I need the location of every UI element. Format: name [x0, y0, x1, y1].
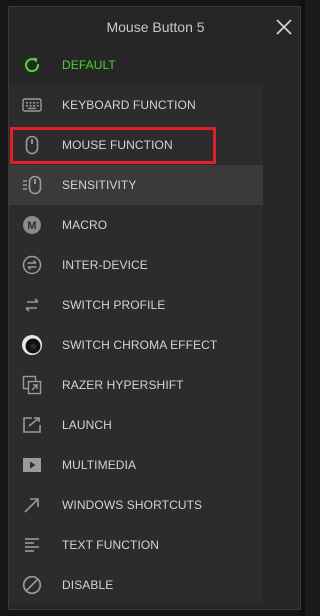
menu-item-label: LAUNCH	[62, 418, 112, 432]
menu-item-macro[interactable]: M MACRO	[9, 205, 263, 245]
macro-icon: M	[21, 215, 43, 235]
hypershift-icon	[21, 375, 43, 395]
menu-item-label: DEFAULT	[62, 58, 116, 72]
mouse-icon	[21, 135, 43, 155]
menu-item-windows-shortcuts[interactable]: WINDOWS SHORTCUTS	[9, 485, 263, 525]
menu-item-text-function[interactable]: TEXT FUNCTION	[9, 525, 263, 565]
reset-icon	[21, 55, 43, 75]
keyboard-icon	[21, 95, 43, 115]
menu-item-razer-hypershift[interactable]: RAZER HYPERSHIFT	[9, 365, 263, 405]
menu-item-label: INTER-DEVICE	[62, 258, 148, 272]
menu-item-disable[interactable]: DISABLE	[9, 565, 263, 605]
menu-item-label: SENSITIVITY	[62, 178, 137, 192]
disable-icon	[21, 575, 43, 595]
menu-item-label: SWITCH PROFILE	[62, 298, 166, 312]
menu-item-label: WINDOWS SHORTCUTS	[62, 498, 203, 512]
sensitivity-icon	[21, 175, 43, 195]
default-row-container: DEFAULT	[9, 45, 263, 85]
close-button[interactable]	[275, 18, 293, 36]
menu-item-switch-profile[interactable]: SWITCH PROFILE	[9, 285, 263, 325]
menu-item-sensitivity[interactable]: SENSITIVITY	[9, 165, 263, 205]
menu-item-label: RAZER HYPERSHIFT	[62, 378, 184, 392]
close-icon	[276, 19, 292, 35]
menu-item-label: SWITCH CHROMA EFFECT	[62, 338, 218, 352]
menu-item-inter-device[interactable]: INTER-DEVICE	[9, 245, 263, 285]
multimedia-icon	[21, 455, 43, 475]
text-function-icon	[21, 535, 43, 555]
svg-text:M: M	[27, 220, 36, 232]
menu-item-label: MACRO	[62, 218, 108, 232]
menu-item-multimedia[interactable]: MULTIMEDIA	[9, 445, 263, 485]
button-assignment-popup: Mouse Button 5 DEFAULT KEYBOARD FUNCTION…	[8, 6, 301, 610]
menu-item-switch-chroma-effect[interactable]: SWITCH CHROMA EFFECT	[9, 325, 263, 365]
menu-item-launch[interactable]: LAUNCH	[9, 405, 263, 445]
menu-item-label: TEXT FUNCTION	[62, 538, 160, 552]
launch-icon	[21, 415, 43, 435]
menu-item-keyboard-function[interactable]: KEYBOARD FUNCTION	[9, 85, 263, 125]
menu-item-label: DISABLE	[62, 578, 114, 592]
menu-item-label: MOUSE FUNCTION	[62, 138, 173, 152]
menu-item-label: KEYBOARD FUNCTION	[62, 98, 196, 112]
menu-item-mouse-function[interactable]: MOUSE FUNCTION	[9, 125, 263, 165]
function-menu: KEYBOARD FUNCTION MOUSE FUNCTION SENSITI…	[9, 85, 263, 605]
switch-profile-icon	[21, 295, 43, 315]
windows-shortcuts-icon	[21, 495, 43, 515]
menu-item-default[interactable]: DEFAULT	[9, 45, 263, 85]
inter-device-icon	[21, 255, 43, 275]
popup-title: Mouse Button 5	[106, 19, 205, 35]
menu-item-label: MULTIMEDIA	[62, 458, 137, 472]
chroma-icon	[21, 335, 43, 355]
